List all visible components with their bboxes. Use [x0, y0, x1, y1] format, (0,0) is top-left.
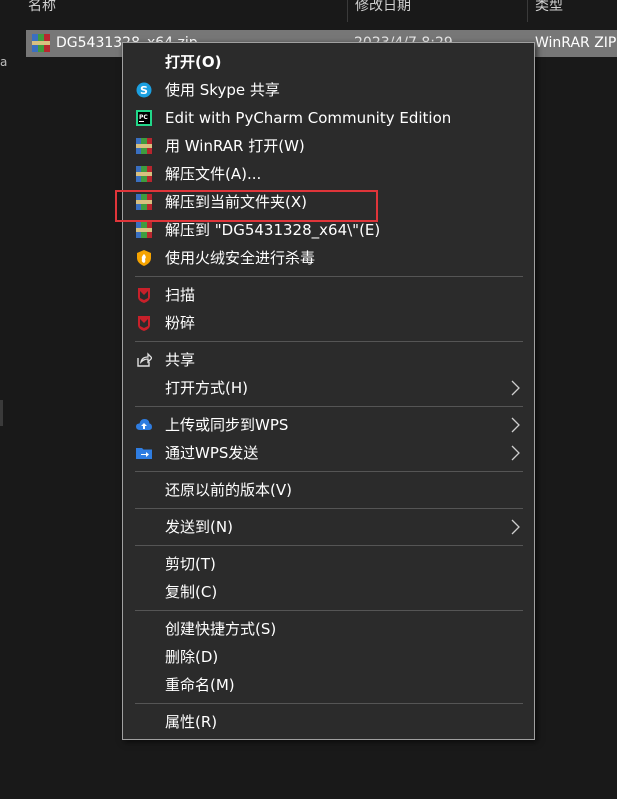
- column-separator[interactable]: [527, 0, 528, 22]
- menu-label: 用 WinRAR 打开(W): [165, 137, 305, 155]
- file-type: WinRAR ZIP: [535, 35, 617, 51]
- cloud-upload-icon: [136, 417, 152, 433]
- menu-item-skype-share[interactable]: S 使用 Skype 共享: [123, 76, 534, 104]
- menu-item-delete[interactable]: 删除(D): [123, 643, 534, 671]
- menu-label: 发送到(N): [165, 518, 233, 536]
- menu-label: 创建快捷方式(S): [165, 620, 277, 638]
- menu-item-rename[interactable]: 重命名(M): [123, 671, 534, 699]
- menu-label: 复制(C): [165, 583, 218, 601]
- menu-label: 打开方式(H): [165, 379, 248, 397]
- menu-label: 打开(O): [165, 53, 222, 71]
- highlight-box: [115, 190, 378, 222]
- nav-pane-scrollbar[interactable]: [0, 400, 3, 426]
- menu-label: 剪切(T): [165, 555, 216, 573]
- menu-item-share[interactable]: 共享: [123, 346, 534, 374]
- winrar-icon: [136, 166, 152, 182]
- menu-item-properties[interactable]: 属性(R): [123, 708, 534, 736]
- menu-item-restore-previous[interactable]: 还原以前的版本(V): [123, 476, 534, 504]
- send-folder-icon: [136, 445, 152, 461]
- menu-divider: [135, 703, 523, 704]
- chevron-right-icon: [511, 519, 520, 535]
- winrar-icon: [136, 222, 152, 238]
- column-name[interactable]: 名称: [28, 0, 56, 20]
- menu-label: 扫描: [165, 286, 196, 304]
- menu-label: 还原以前的版本(V): [165, 481, 292, 499]
- mcafee-icon: [136, 315, 152, 331]
- menu-item-extract-files[interactable]: 解压文件(A)...: [123, 160, 534, 188]
- chevron-right-icon: [511, 380, 520, 396]
- menu-item-wps-send[interactable]: 通过WPS发送: [123, 439, 534, 467]
- column-separator[interactable]: [347, 0, 348, 22]
- menu-label: 通过WPS发送: [165, 444, 259, 462]
- chevron-right-icon: [511, 417, 520, 433]
- menu-item-cut[interactable]: 剪切(T): [123, 550, 534, 578]
- menu-item-send-to[interactable]: 发送到(N): [123, 513, 534, 541]
- mcafee-icon: [136, 287, 152, 303]
- skype-icon: S: [136, 82, 152, 98]
- menu-item-open-with[interactable]: 打开方式(H): [123, 374, 534, 402]
- menu-item-winrar-open[interactable]: 用 WinRAR 打开(W): [123, 132, 534, 160]
- menu-label: 属性(R): [165, 713, 218, 731]
- menu-label: 解压到 "DG5431328_x64\"(E): [165, 221, 381, 239]
- nav-pane-text: a: [0, 55, 8, 69]
- menu-label: 共享: [165, 351, 196, 369]
- menu-label: 粉碎: [165, 314, 196, 332]
- chevron-right-icon: [511, 445, 520, 461]
- menu-divider: [135, 508, 523, 509]
- menu-label: 使用 Skype 共享: [165, 81, 280, 99]
- menu-item-pycharm[interactable]: PC Edit with PyCharm Community Edition: [123, 104, 534, 132]
- svg-text:PC: PC: [139, 114, 148, 121]
- pycharm-icon: PC: [136, 110, 152, 126]
- menu-divider: [135, 276, 523, 277]
- menu-divider: [135, 471, 523, 472]
- column-date[interactable]: 修改日期: [355, 0, 411, 20]
- context-menu: 打开(O) S 使用 Skype 共享 PC Edit with PyCharm…: [122, 42, 535, 740]
- menu-item-huorong-scan[interactable]: 使用火绒安全进行杀毒: [123, 244, 534, 272]
- winrar-icon: [31, 33, 51, 57]
- menu-label: Edit with PyCharm Community Edition: [165, 109, 452, 127]
- menu-label: 上传或同步到WPS: [165, 416, 289, 434]
- column-type[interactable]: 类型: [535, 0, 563, 20]
- share-icon: [136, 352, 153, 368]
- menu-item-shred[interactable]: 粉碎: [123, 309, 534, 337]
- menu-divider: [135, 610, 523, 611]
- menu-label: 重命名(M): [165, 676, 235, 694]
- svg-text:S: S: [140, 84, 148, 97]
- huorong-shield-icon: [136, 250, 152, 266]
- menu-label: 删除(D): [165, 648, 219, 666]
- menu-item-wps-upload[interactable]: 上传或同步到WPS: [123, 411, 534, 439]
- winrar-icon: [136, 138, 152, 154]
- menu-item-copy[interactable]: 复制(C): [123, 578, 534, 606]
- menu-divider: [135, 341, 523, 342]
- column-header: 名称 修改日期 类型: [0, 0, 617, 22]
- menu-item-create-shortcut[interactable]: 创建快捷方式(S): [123, 615, 534, 643]
- menu-label: 使用火绒安全进行杀毒: [165, 249, 316, 267]
- menu-label: 解压文件(A)...: [165, 165, 262, 183]
- menu-item-open[interactable]: 打开(O): [123, 48, 534, 76]
- menu-divider: [135, 545, 523, 546]
- menu-item-scan[interactable]: 扫描: [123, 281, 534, 309]
- screen: 名称 修改日期 类型 a DG5431328_x64.zip 2023/4/7 …: [0, 0, 617, 799]
- menu-divider: [135, 406, 523, 407]
